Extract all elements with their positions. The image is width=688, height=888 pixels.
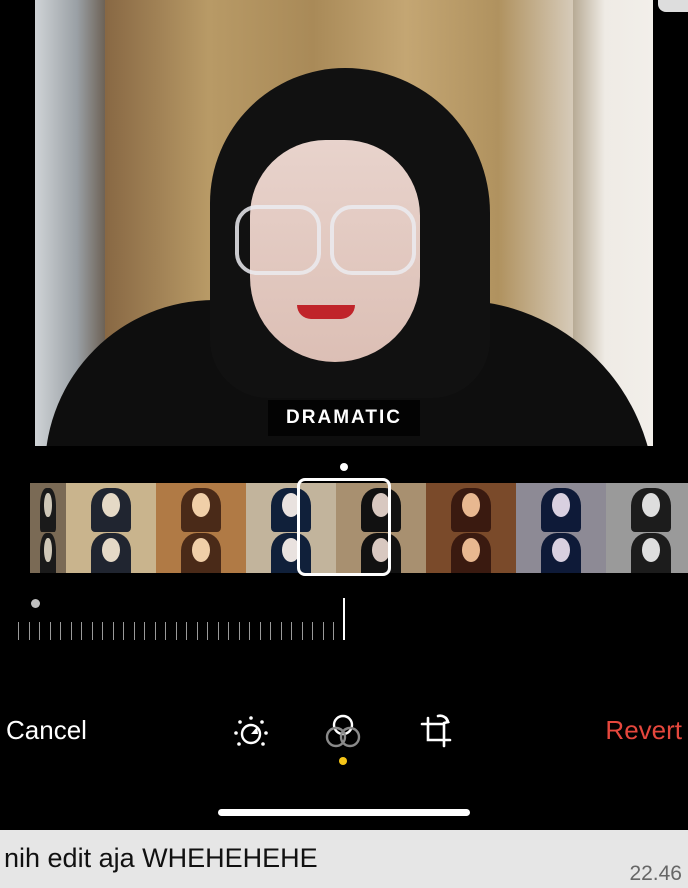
filter-thumbnail[interactable] bbox=[426, 483, 516, 573]
corner-indicator bbox=[658, 0, 688, 12]
slider-tick bbox=[291, 622, 292, 640]
message-text: nih edit aja WHEHEHEHE bbox=[4, 843, 318, 873]
cancel-button[interactable]: Cancel bbox=[6, 715, 87, 746]
slider-tick bbox=[196, 622, 198, 640]
slider-tick bbox=[301, 622, 303, 640]
home-indicator[interactable] bbox=[218, 809, 470, 816]
slider-tick bbox=[228, 622, 229, 640]
filter-thumbnail[interactable] bbox=[606, 483, 688, 573]
slider-tick bbox=[207, 622, 208, 640]
slider-tick bbox=[217, 622, 219, 640]
slider-tick bbox=[186, 622, 187, 640]
crop-rotate-icon[interactable] bbox=[416, 712, 456, 752]
adjust-dial-icon[interactable] bbox=[231, 712, 271, 752]
slider-tick bbox=[270, 622, 271, 640]
slider-tick bbox=[280, 622, 282, 640]
slider-tick bbox=[81, 622, 82, 640]
slider-tick bbox=[312, 622, 313, 640]
revert-button[interactable]: Revert bbox=[605, 715, 682, 746]
selected-filter-frame[interactable] bbox=[297, 478, 391, 576]
photo-preview bbox=[35, 0, 653, 446]
slider-tick bbox=[112, 622, 114, 640]
filter-thumbnail[interactable] bbox=[156, 483, 246, 573]
slider-tick bbox=[60, 622, 61, 640]
slider-tick bbox=[175, 622, 177, 640]
intensity-slider[interactable] bbox=[18, 622, 348, 640]
slider-start-dot bbox=[31, 599, 40, 608]
photo-editor: DRAMATIC Cancel Revert bbox=[0, 0, 688, 830]
slider-tick bbox=[18, 622, 19, 640]
filter-thumbnail[interactable] bbox=[30, 483, 66, 573]
slider-tick bbox=[165, 622, 166, 640]
slider-tick bbox=[238, 622, 240, 640]
slider-tick bbox=[28, 622, 30, 640]
active-tool-indicator bbox=[339, 757, 347, 765]
slider-tick bbox=[70, 622, 72, 640]
message-time: 22.46 bbox=[629, 862, 682, 885]
filter-thumbnail[interactable] bbox=[516, 483, 606, 573]
filter-thumbnail[interactable] bbox=[66, 483, 156, 573]
filters-icon[interactable] bbox=[323, 712, 363, 752]
slider-tick bbox=[154, 622, 156, 640]
slider-tick bbox=[133, 622, 135, 640]
slider-tick bbox=[123, 622, 124, 640]
slider-tick bbox=[322, 622, 324, 640]
selected-filter-dot bbox=[340, 463, 348, 471]
slider-tick bbox=[91, 622, 93, 640]
slider-tick bbox=[39, 622, 40, 640]
slider-tick bbox=[333, 622, 334, 640]
slider-tick bbox=[259, 622, 261, 640]
slider-tick bbox=[249, 622, 250, 640]
slider-tick bbox=[49, 622, 51, 640]
slider-current-marker[interactable] bbox=[343, 598, 345, 640]
slider-tick bbox=[102, 622, 103, 640]
filter-name-label: DRAMATIC bbox=[268, 400, 420, 436]
slider-tick bbox=[144, 622, 145, 640]
